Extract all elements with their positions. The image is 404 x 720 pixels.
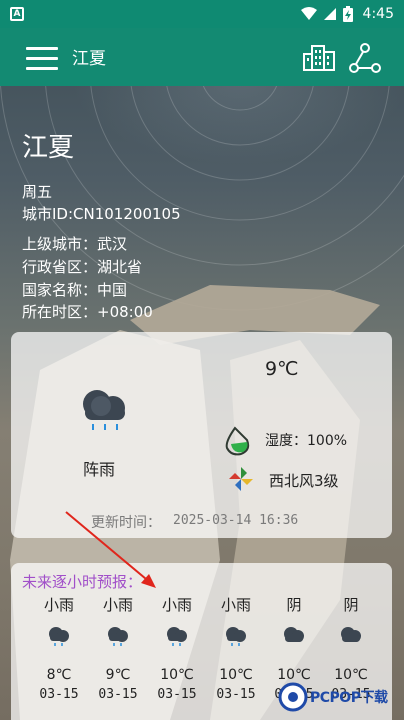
wind-value: 西北风3级 xyxy=(269,472,339,490)
app-bar-title: 江夏 xyxy=(72,49,106,69)
signal-icon xyxy=(323,8,336,20)
light-rain-icon xyxy=(167,627,187,646)
hourly-temp: 10℃ xyxy=(160,667,194,683)
rain-cloud-icon xyxy=(83,390,125,430)
hourly-item: 小雨 8℃ 03-15 xyxy=(30,593,88,702)
hourly-temp: 10℃ xyxy=(277,667,311,683)
humidity-icon xyxy=(225,426,250,456)
hourly-date: 03-15 xyxy=(157,687,197,702)
hourly-condition: 阴 xyxy=(343,596,359,614)
hourly-date: 03-15 xyxy=(216,687,256,702)
city-buildings-icon[interactable] xyxy=(302,42,336,72)
country: 国家名称：中国 xyxy=(22,281,128,299)
wifi-icon xyxy=(300,7,317,20)
city-name: 江夏 xyxy=(22,133,75,163)
hourly-temp: 8℃ xyxy=(46,667,72,683)
update-label: 更新时间： xyxy=(91,515,161,531)
hourly-condition: 阴 xyxy=(286,596,302,614)
share-icon[interactable] xyxy=(348,42,382,74)
status-time: 4:45 xyxy=(362,6,394,22)
wind-icon xyxy=(229,467,253,491)
current-temperature: 9℃ xyxy=(265,358,299,380)
weekday: 周五 xyxy=(22,183,53,201)
hourly-item: 小雨 10℃ 03-15 xyxy=(148,593,206,702)
hourly-temp: 10℃ xyxy=(219,667,253,683)
current-condition: 阵雨 xyxy=(83,460,116,479)
menu-icon[interactable] xyxy=(26,47,58,71)
light-rain-icon xyxy=(49,627,69,646)
hourly-condition: 小雨 xyxy=(43,596,74,614)
hourly-temp: 10℃ xyxy=(334,667,368,683)
status-bar: A 4:45 xyxy=(0,0,404,28)
light-rain-icon xyxy=(226,627,246,646)
watermark-logo-icon xyxy=(278,682,308,712)
light-rain-icon xyxy=(108,627,128,646)
hourly-date: 03-15 xyxy=(98,687,138,702)
humidity-value: 湿度：100% xyxy=(265,433,348,449)
watermark-text: PCPOP下载 xyxy=(310,690,388,706)
overcast-icon xyxy=(284,627,304,642)
watermark: PCPOP下载 xyxy=(278,682,388,712)
hourly-item: 小雨 9℃ 03-15 xyxy=(89,593,147,702)
hourly-title: 未来逐小时预报： xyxy=(22,573,143,591)
hourly-condition: 小雨 xyxy=(220,596,251,614)
province: 行政省区：湖北省 xyxy=(22,258,143,276)
current-weather-card: 9℃ 阵雨 湿度：100% 西北风3级 更新时间： 2025-03-14 16:… xyxy=(11,332,392,538)
hourly-item: 小雨 10℃ 03-15 xyxy=(207,593,265,702)
battery-charging-icon xyxy=(342,6,353,22)
overcast-icon xyxy=(341,627,361,642)
hourly-date: 03-15 xyxy=(39,687,79,702)
parent-city: 上级城市：武汉 xyxy=(22,235,128,253)
hourly-temp: 9℃ xyxy=(105,667,131,683)
app-notification-icon: A xyxy=(10,7,24,21)
app-bar: 江夏 xyxy=(0,28,404,86)
update-time: 2025-03-14 16:36 xyxy=(173,513,299,528)
timezone: 所在时区：+08:00 xyxy=(22,303,153,321)
city-id: 城市ID:CN101200105 xyxy=(22,205,181,223)
hourly-condition: 小雨 xyxy=(102,596,133,614)
hourly-condition: 小雨 xyxy=(161,596,192,614)
